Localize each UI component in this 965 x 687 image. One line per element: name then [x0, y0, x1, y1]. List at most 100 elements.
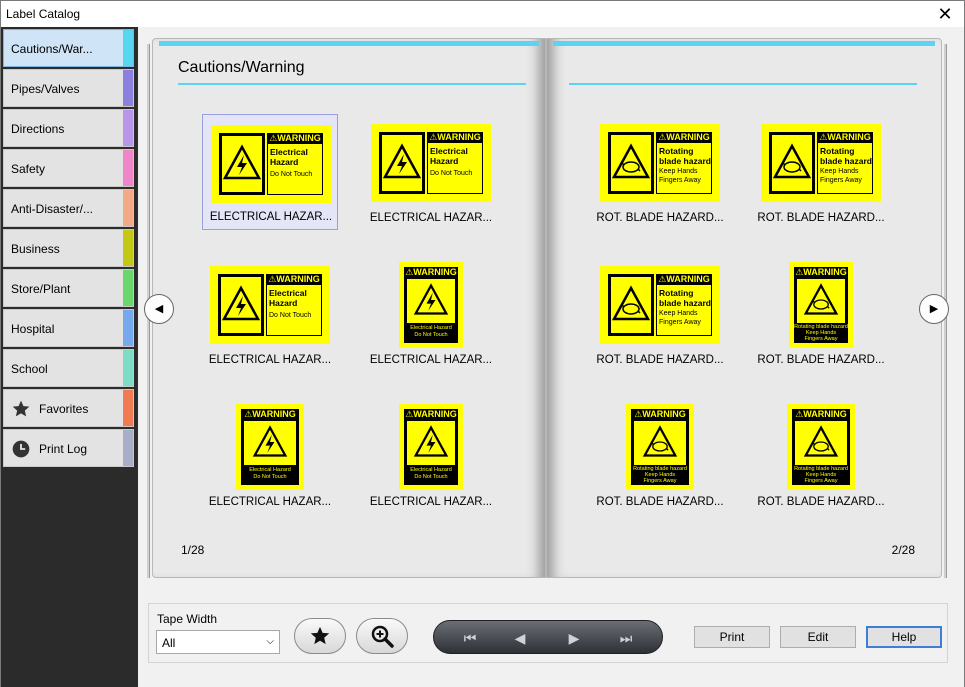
next-page-button[interactable]: ▶ [919, 294, 949, 324]
sidebar-item-label: Cautions/War... [11, 42, 93, 56]
star-icon [12, 400, 30, 417]
tape-width-dropdown[interactable]: All ⌵ [156, 630, 280, 654]
label-subline: Do Not Touch [241, 474, 299, 480]
label-catalog-item[interactable]: ⚠WARNING Rotating blade hazard Keep Hands Fi… [753, 114, 889, 230]
electrical-hazard-label: ⚠WARNING Electrical Hazard Do Not Touch [210, 266, 330, 344]
label-caption: ROT. BLADE HAZARD... [596, 212, 724, 224]
help-button[interactable]: Help [866, 626, 942, 648]
label-subline: Fingers Away [820, 177, 862, 184]
prev-page-icon[interactable]: ◀ [500, 626, 540, 650]
zoom-button[interactable] [356, 618, 408, 654]
sidebar-item-label: Favorites [39, 402, 89, 416]
category-color-tab [123, 390, 133, 426]
category-color-tab [123, 310, 133, 346]
label-subline: Electrical Hazard [404, 325, 458, 331]
close-icon[interactable]: ✕ [934, 3, 956, 25]
chevron-left-icon: ◀ [154, 303, 164, 315]
label-catalog-item[interactable]: ⚠WARNING Electrical Hazard Do Not Touch ELE… [202, 398, 338, 514]
next-page-icon[interactable]: ▶ [554, 626, 594, 650]
label-catalog-item[interactable]: ⚠WARNING Rotating blade hazard Keep Hands F… [592, 398, 728, 514]
print-button[interactable]: Print [694, 626, 770, 648]
title-bar: Label Catalog ✕ [1, 1, 964, 27]
sidebar-item[interactable]: Print Log [3, 429, 134, 467]
label-caption: ROT. BLADE HAZARD... [757, 496, 885, 508]
star-icon [310, 626, 330, 645]
label-caption: ELECTRICAL HAZAR... [208, 354, 332, 366]
warning-header: ⚠WARNING [427, 132, 483, 143]
sidebar-item[interactable]: Business [3, 229, 134, 267]
label-subline: Keep Hands [659, 310, 698, 317]
sidebar-item-label: Hospital [11, 322, 55, 336]
favorite-button[interactable] [294, 618, 346, 654]
sidebar-item-label: School [11, 362, 48, 376]
first-page-icon[interactable]: ⏮ [450, 626, 490, 650]
label-catalog-item[interactable]: ⚠WARNING Electrical Hazard Do Not Touch ELEC… [202, 256, 338, 372]
sidebar-item[interactable]: Anti-Disaster/... [3, 189, 134, 227]
page-navigation-bar: ⏮ ◀ ▶ ⏭ [433, 620, 663, 654]
sidebar-item[interactable]: Cautions/War... [3, 29, 134, 67]
label-catalog-item[interactable]: ⚠WARNING Rotating blade hazard Keep Hands Fi… [592, 114, 728, 230]
electrical-hazard-icon [413, 283, 449, 315]
electrical-hazard-label: ⚠WARNING Electrical Hazard Do Not Touch [211, 125, 331, 203]
label-book: Cautions/Warning 1/28 ⚠WARNING Electrical… [147, 38, 947, 582]
last-page-icon[interactable]: ⏭ [606, 626, 646, 650]
tape-width-label: Tape Width [157, 612, 218, 626]
page-title: Cautions/Warning [178, 59, 305, 76]
page-accent-bar [159, 41, 539, 46]
edit-button[interactable]: Edit [780, 626, 856, 648]
label-subline: Keep Hands [820, 168, 859, 175]
label-catalog-item[interactable]: ⚠WARNING Electrical Hazard Do Not Touch ELE… [363, 256, 499, 372]
sidebar-item[interactable]: School [3, 349, 134, 387]
tape-width-value: All [162, 636, 176, 650]
sidebar-item[interactable]: Pipes/Valves [3, 69, 134, 107]
rotating-blade-icon [772, 143, 812, 179]
warning-header: ⚠WARNING [631, 409, 689, 420]
chevron-down-icon: ⌵ [266, 636, 274, 647]
label-catalog-item[interactable]: ⚠WARNING Electrical Hazard Do Not Touch ELEC… [202, 114, 338, 230]
label-catalog-item[interactable]: ⚠WARNING Electrical Hazard Do Not Touch ELE… [363, 398, 499, 514]
sidebar-item[interactable]: Safety [3, 149, 134, 187]
label-catalog-item[interactable]: ⚠WARNING Electrical Hazard Do Not Touch ELEC… [363, 114, 499, 230]
label-catalog-item[interactable]: ⚠WARNING Rotating blade hazard Keep Hands Fi… [592, 256, 728, 372]
blade-hazard-label: ⚠WARNING Rotating blade hazard Keep Hands Fi… [600, 124, 720, 202]
left-page: Cautions/Warning 1/28 ⚠WARNING Electrical… [152, 38, 546, 578]
page-number-right: 2/28 [891, 543, 915, 557]
rotating-blade-icon [803, 283, 839, 315]
warning-header: ⚠WARNING [656, 132, 712, 143]
blade-hazard-label: ⚠WARNING Rotating blade hazard Keep Hands F… [789, 262, 853, 348]
category-color-tab [123, 70, 133, 106]
category-color-tab [123, 230, 133, 266]
label-catalog-item[interactable]: ⚠WARNING Rotating blade hazard Keep Hands F… [753, 256, 889, 372]
label-line: Hazard [269, 298, 298, 308]
warning-header: ⚠WARNING [792, 409, 850, 420]
warning-header: ⚠WARNING [404, 267, 458, 278]
label-caption: ELECTRICAL HAZAR... [369, 496, 493, 508]
category-sidebar: Cautions/War... Pipes/Valves Directions Saf… [1, 27, 138, 687]
label-caption: ELECTRICAL HAZAR... [208, 496, 332, 508]
label-subline: Do Not Touch [404, 474, 458, 480]
rotating-blade-icon [642, 425, 678, 457]
warning-header: ⚠WARNING [817, 132, 873, 143]
sidebar-item[interactable]: Store/Plant [3, 269, 134, 307]
category-color-tab [123, 190, 133, 226]
label-line: blade hazard [659, 156, 711, 166]
label-line: Hazard [430, 156, 459, 166]
electrical-hazard-label: ⚠WARNING Electrical Hazard Do Not Touch [399, 404, 463, 490]
catalog-main: Cautions/Warning 1/28 ⚠WARNING Electrical… [138, 27, 964, 687]
category-color-tab [123, 150, 133, 186]
label-caption: ROT. BLADE HAZARD... [757, 354, 885, 366]
prev-page-button[interactable]: ◀ [144, 294, 174, 324]
label-catalog-item[interactable]: ⚠WARNING Rotating blade hazard Keep Hands F… [753, 398, 889, 514]
label-subline: Fingers Away [631, 478, 689, 484]
blade-hazard-label: ⚠WARNING Rotating blade hazard Keep Hands F… [787, 404, 855, 490]
blade-hazard-label: ⚠WARNING Rotating blade hazard Keep Hands F… [626, 404, 694, 490]
sidebar-item[interactable]: Hospital [3, 309, 134, 347]
label-line: Hazard [270, 157, 299, 167]
sidebar-item[interactable]: Favorites [3, 389, 134, 427]
sidebar-item[interactable]: Directions [3, 109, 134, 147]
label-subline: Electrical Hazard [404, 467, 458, 473]
electrical-hazard-icon [222, 144, 262, 180]
rotating-blade-icon [611, 143, 651, 179]
category-color-tab [123, 430, 133, 466]
electrical-hazard-icon [382, 143, 422, 179]
